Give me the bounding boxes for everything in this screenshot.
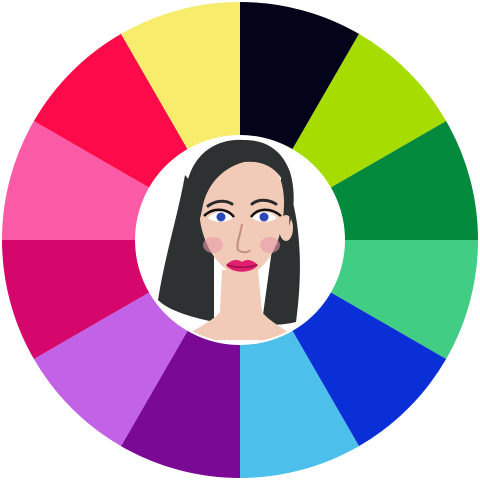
right-blush (260, 237, 280, 253)
left-blush (203, 237, 223, 253)
color-wheel (2, 2, 478, 478)
color-wheel-figure (0, 0, 480, 480)
